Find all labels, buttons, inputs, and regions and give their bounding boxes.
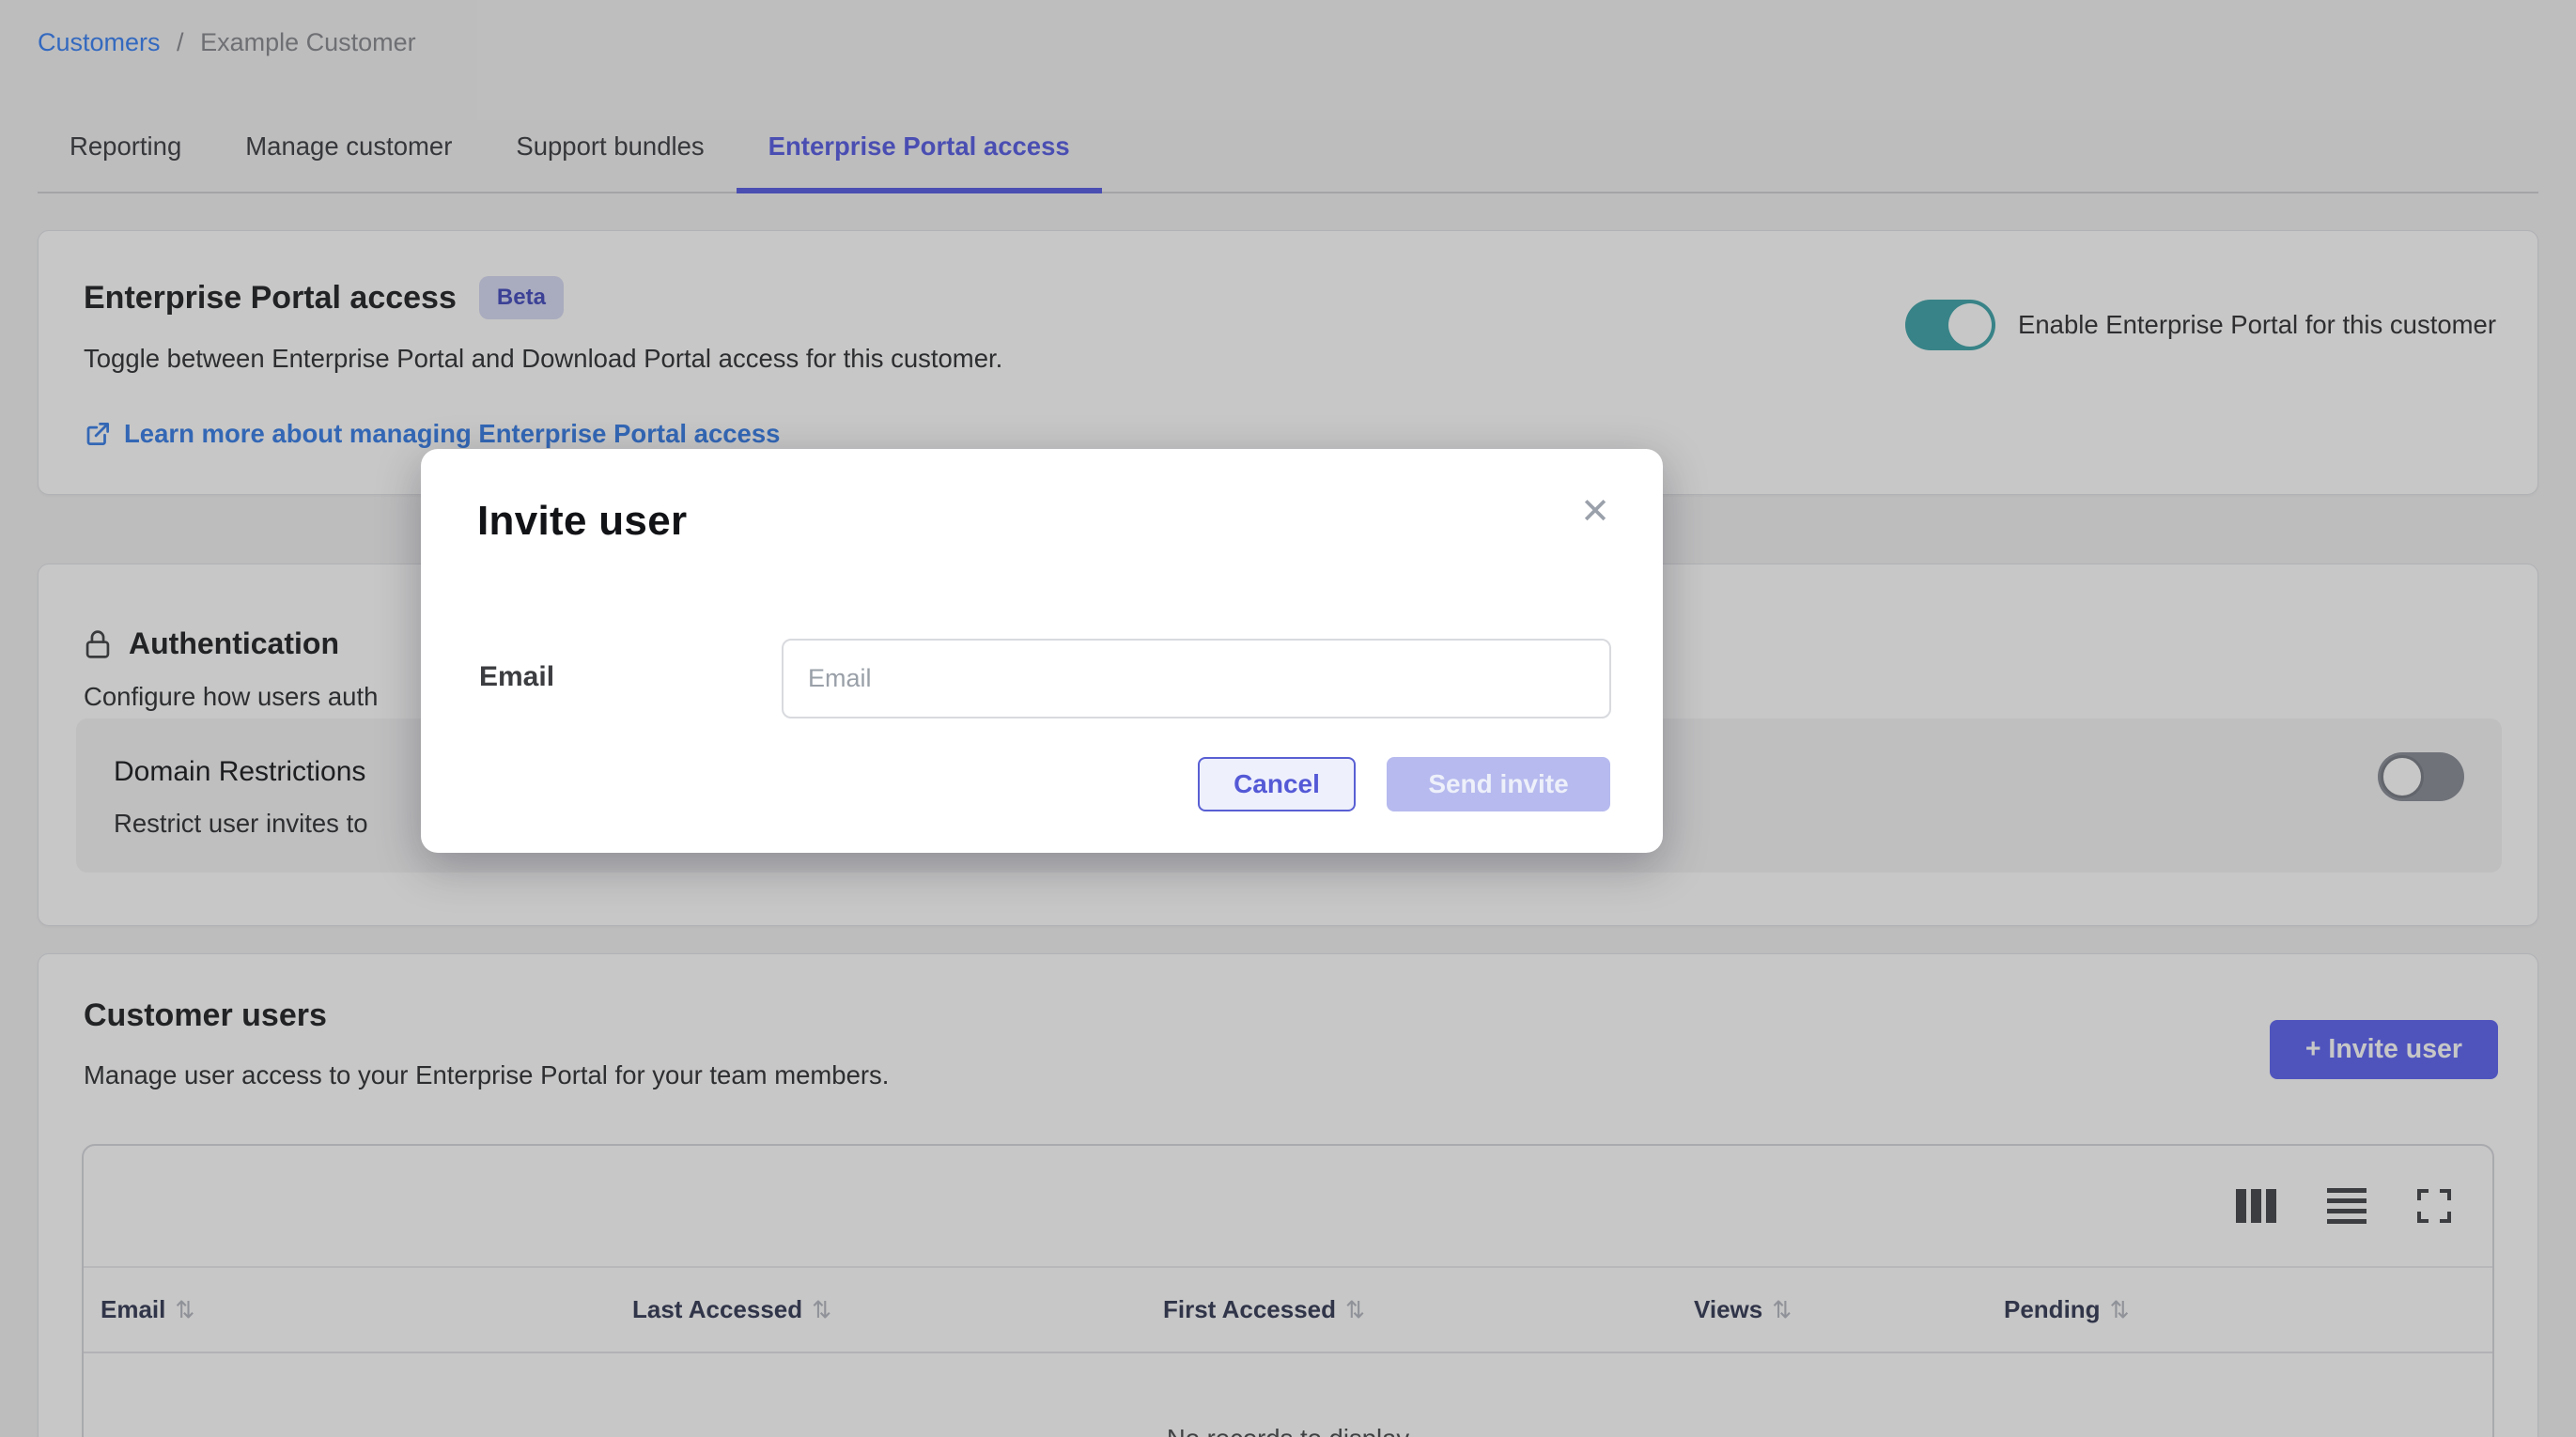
invite-user-modal: Invite user ✕ Email Cancel Send invite [421,449,1663,853]
cancel-button[interactable]: Cancel [1198,757,1356,811]
email-label: Email [479,661,554,693]
send-invite-button[interactable]: Send invite [1387,757,1610,811]
modal-title: Invite user [477,498,687,545]
modal-actions: Cancel Send invite [1198,757,1610,811]
close-icon[interactable]: ✕ [1580,494,1610,530]
page: Customers / Example Customer Reporting M… [0,0,2576,1437]
email-field[interactable] [782,639,1611,718]
